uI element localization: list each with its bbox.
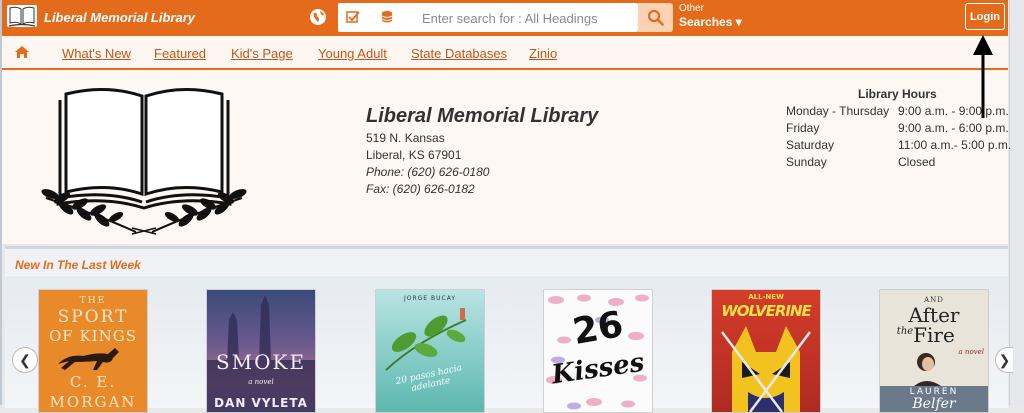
nav-featured[interactable]: Featured [154,46,206,61]
chevron-left-icon: ❮ [19,351,31,368]
top-bar: Liberal Memorial Library Other Searches … [2,0,1008,36]
other-label[interactable]: Other [679,3,704,14]
new-books-title: New In The Last Week [15,258,141,272]
nav-young-adult[interactable]: Young Adult [318,46,387,61]
cover-text: C. E. [69,373,117,391]
wolverine-mask-illustration [721,326,811,412]
globe-icon[interactable] [309,8,327,26]
nav-bar: What's New Featured Kid's Page Young Adu… [2,36,1008,70]
search-input[interactable] [420,7,634,30]
hours-day: Monday - Thursday [786,104,890,118]
fax-number: Fax: (620) 626-0182 [366,182,475,196]
new-books-panel: New In The Last Week THE SPORT OF KINGS … [5,246,1013,413]
search-box [338,3,638,32]
woman-portrait-illustration [910,353,946,390]
login-button[interactable]: Login [965,3,1005,30]
book-cover[interactable]: THE SPORT OF KINGS C. E. MORGAN [38,289,148,413]
nav-kids-page[interactable]: Kid's Page [231,46,293,61]
cover-text: WOLVERINE [721,302,812,320]
horse-icon [58,348,119,370]
book-cover[interactable]: JORGE BUCAY 20 pasos hacia adelante [375,289,485,413]
cover-text: a novel [248,378,274,386]
hours-day: Sunday [786,155,827,169]
hours-time: 11:00 a.m.- 5:00 p.m. [898,138,1012,152]
checkbox-icon[interactable] [346,10,360,24]
hours-time: Closed [898,155,936,169]
carousel-next-button[interactable]: ❯ [995,347,1013,373]
cover-text: ALL-NEW [748,293,784,301]
nav-zinio[interactable]: Zinio [529,46,557,61]
cover-text: Fire [913,323,955,347]
library-name: Liberal Memorial Library [366,105,599,127]
book-carousel: THE SPORT OF KINGS C. E. MORGAN SMOKE a … [5,276,1013,413]
other-searches-dropdown[interactable]: Searches ▾ [679,15,742,29]
cover-text: MORGAN [49,393,137,411]
library-info-panel: Liberal Memorial Library 519 N. Kansas L… [2,70,1012,244]
library-logo-icon [41,87,247,235]
book-cover[interactable]: SMOKE a novel DAN VYLETA [206,289,316,413]
pointer-arrow-icon [973,35,993,118]
book-cover[interactable]: AND After the Fire a novel LAUREN Belfer [879,289,989,413]
book-cover[interactable]: ALL-NEW WOLVERINE [711,289,821,413]
site-title[interactable]: Liberal Memorial Library [44,10,195,25]
chevron-right-icon: ❯ [998,351,1011,368]
nav-whats-new[interactable]: What's New [62,46,131,61]
hours-day: Friday [786,121,820,135]
home-icon[interactable] [14,45,30,59]
phone-number: Phone: (620) 626-0180 [366,165,490,179]
address-line-2: Liberal, KS 67901 [366,148,462,162]
carousel-prev-button[interactable]: ❮ [12,347,38,373]
book-logo-icon[interactable] [6,3,38,31]
cover-text: OF KINGS [49,327,137,345]
hours-day: Saturday [786,138,835,152]
cover-text: THE [79,296,107,306]
search-button[interactable] [638,3,673,32]
window-scrollbar[interactable] [1009,0,1024,405]
cover-text: DAN VYLETA [214,396,308,410]
cover-text: Belfer [912,396,956,412]
cover-text: JORGE BUCAY [403,295,456,302]
cover-text: SMOKE [215,350,307,374]
new-books-header: New In The Last Week [5,249,1008,275]
hours-time: 9:00 a.m. - 6:00 p.m. [898,121,1009,135]
address-line-1: 519 N. Kansas [366,131,445,145]
search-icon [647,9,664,26]
database-icon[interactable] [380,10,394,24]
cover-text: SPORT [57,307,129,327]
book-cover[interactable]: 26 Kisses [543,289,653,413]
nav-state-databases[interactable]: State Databases [411,46,507,61]
hours-title: Library Hours [858,87,937,101]
